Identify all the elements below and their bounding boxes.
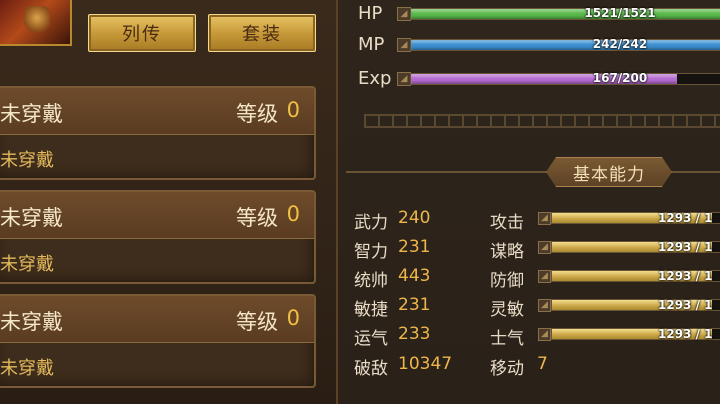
slot-name: 未穿戴: [0, 102, 63, 126]
mp-value: 242/242: [592, 37, 648, 51]
slot-level-label: 等级: [236, 310, 278, 334]
equipment-slot[interactable]: 未穿戴 等级 0 未穿戴: [0, 190, 316, 284]
slot-level-label: 等级: [236, 206, 278, 230]
stat-bar-cap-icon: ◢: [538, 241, 551, 254]
stat-bar-cap-icon: ◢: [538, 299, 551, 312]
attr-value: 443: [398, 266, 431, 286]
exp-value: 167/200: [592, 71, 648, 85]
combat-stat-value: 1293 / 1: [658, 269, 713, 283]
combat-stat-name: 士气: [490, 329, 524, 349]
equipment-slot[interactable]: 未穿戴 等级 0 未穿戴: [0, 86, 316, 180]
slot-level-value: 0: [286, 202, 300, 226]
hp-value: 1521/1521: [584, 6, 656, 20]
attr-value: 231: [398, 295, 431, 315]
combat-stat-name: 防御: [490, 271, 524, 291]
attr-name: 智力: [354, 242, 388, 262]
move-value: 7: [537, 354, 548, 374]
combat-stat-name: 攻击: [490, 213, 524, 233]
combat-stat-value: 1293 / 1: [658, 211, 713, 225]
attr-value: 233: [398, 324, 431, 344]
slot-name: 未穿戴: [0, 206, 63, 230]
stat-bar-cap-icon: ◢: [538, 270, 551, 283]
slot-description: 未穿戴: [0, 150, 54, 171]
stat-bar-cap-icon: ◢: [538, 328, 551, 341]
equipment-slot[interactable]: 未穿戴 等级 0 未穿戴: [0, 294, 316, 388]
suit-button[interactable]: 套装: [208, 14, 316, 52]
hp-bar-cap-icon: ◢: [397, 7, 411, 21]
decorative-border: [364, 114, 720, 128]
slot-name: 未穿戴: [0, 310, 63, 334]
stat-bar-cap-icon: ◢: [538, 212, 551, 225]
stats-panel: [338, 0, 720, 404]
exp-bar-cap-icon: ◢: [397, 72, 411, 86]
hero-portrait[interactable]: [0, 0, 72, 46]
combat-stat-value: 1293 / 1: [658, 298, 713, 312]
move-label: 移动: [490, 359, 524, 379]
attr-name: 运气: [354, 329, 388, 349]
attr-value: 240: [398, 208, 431, 228]
attr-name: 破敌: [354, 359, 388, 379]
attr-value: 231: [398, 237, 431, 257]
attr-name: 敏捷: [354, 300, 388, 320]
combat-stat-value: 1293 / 1: [658, 240, 713, 254]
mp-bar-cap-icon: ◢: [397, 38, 411, 52]
attr-name: 武力: [354, 213, 388, 233]
slot-level-value: 0: [286, 98, 300, 122]
attr-name: 统帅: [354, 271, 388, 291]
exp-label: Exp: [358, 68, 392, 89]
slot-level-label: 等级: [236, 102, 278, 126]
section-rule-right: [672, 171, 720, 173]
hp-label: HP: [358, 3, 383, 24]
biography-button[interactable]: 列传: [88, 14, 196, 52]
section-title: 基本能力: [546, 157, 672, 187]
combat-stat-value: 1293 / 1: [658, 327, 713, 341]
combat-stat-name: 谋略: [490, 242, 524, 262]
slot-description: 未穿戴: [0, 358, 54, 379]
mp-label: MP: [358, 34, 385, 55]
combat-stat-name: 灵敏: [490, 300, 524, 320]
slot-level-value: 0: [286, 306, 300, 330]
attr-value: 10347: [398, 354, 453, 374]
section-rule-left: [346, 171, 546, 173]
slot-description: 未穿戴: [0, 254, 54, 275]
